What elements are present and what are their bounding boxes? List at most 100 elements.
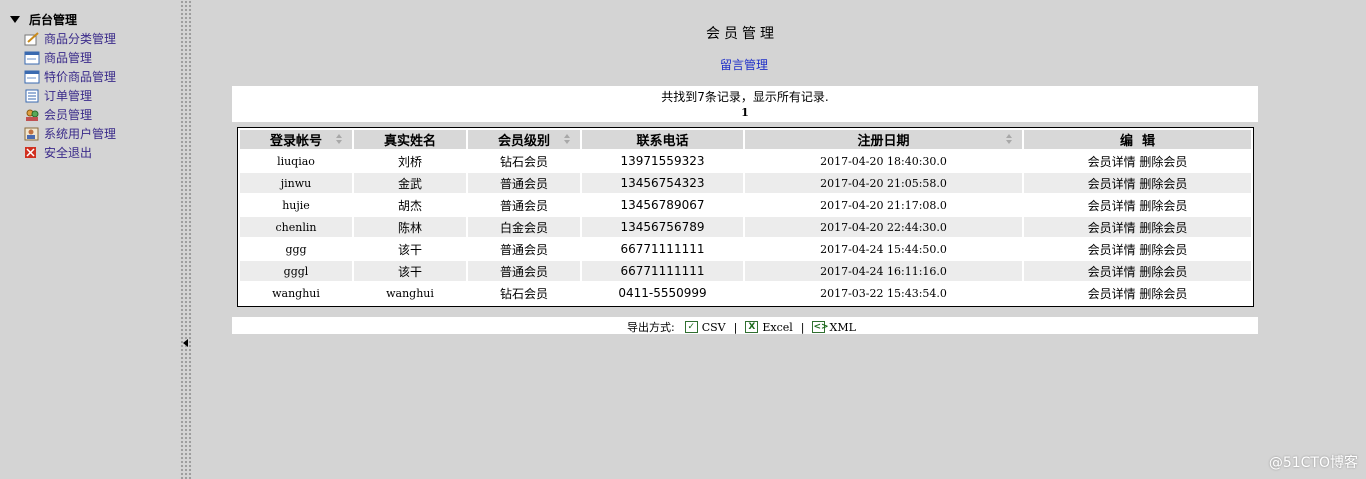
cell-account: ggg <box>240 239 352 259</box>
export-excel-label: Excel <box>762 320 793 334</box>
cell-phone: 66771111111 <box>582 261 743 281</box>
collapse-triangle-icon[interactable] <box>10 16 20 23</box>
table-row: ggg 该干 普通会员 66771111111 2017-04-24 15:44:50.… <box>240 239 1251 259</box>
delete-member-link[interactable]: 删除会员 <box>1139 287 1187 301</box>
table-row: liuqiao 刘桥 钻石会员 13971559323 2017-04-20 18:40… <box>240 151 1251 171</box>
export-xml-button[interactable]: <> XML <box>812 321 856 334</box>
column-header-name: 真实姓名 <box>354 130 466 149</box>
cell-date: 2017-04-20 22:44:30.0 <box>745 217 1022 237</box>
list-doc-icon <box>24 89 40 103</box>
cell-account: wanghui <box>240 283 352 303</box>
delete-member-link[interactable]: 删除会员 <box>1139 243 1187 257</box>
cell-name: 该干 <box>354 261 466 281</box>
member-detail-link[interactable]: 会员详情 <box>1088 287 1136 301</box>
watermark: @51CTO博客 <box>1268 455 1358 471</box>
close-box-icon <box>24 146 40 160</box>
pencil-doc-icon <box>24 31 40 46</box>
separator: | <box>733 320 738 334</box>
export-csv-button[interactable]: ✓ CSV <box>684 321 726 334</box>
cell-actions: 会员详情 删除会员 <box>1024 173 1251 193</box>
column-header-phone: 联系电话 <box>582 130 743 149</box>
cell-name: 刘桥 <box>354 151 466 171</box>
member-detail-link[interactable]: 会员详情 <box>1088 243 1136 257</box>
message-management-link[interactable]: 留言管理 <box>694 56 794 73</box>
cell-account: jinwu <box>240 173 352 193</box>
cell-account: chenlin <box>240 217 352 237</box>
sidebar-item-members[interactable]: 会员管理 <box>24 105 116 124</box>
table-row: jinwu 金武 普通会员 13456754323 2017-04-20 21:05:5… <box>240 173 1251 193</box>
sidebar: 后台管理 商品分类管理 商品管理 特价商品管理 订单管理 会员管理 系统用户管理… <box>0 0 180 479</box>
table-row: wanghui wanghui 钻石会员 0411-5550999 2017-03-22… <box>240 283 1251 303</box>
separator: | <box>800 320 805 334</box>
cell-date: 2017-04-20 21:05:58.0 <box>745 173 1022 193</box>
sort-icon[interactable] <box>336 134 342 144</box>
sidebar-item-label: 商品管理 <box>44 51 93 65</box>
cell-name: wanghui <box>354 283 466 303</box>
cell-date: 2017-04-24 15:44:50.0 <box>745 239 1022 259</box>
cell-actions: 会员详情 删除会员 <box>1024 283 1251 303</box>
column-header-date[interactable]: 注册日期 <box>745 130 1022 149</box>
sidebar-item-label: 商品分类管理 <box>44 32 117 46</box>
column-header-level[interactable]: 会员级别 <box>468 130 580 149</box>
column-header-account[interactable]: 登录帐号 <box>240 130 352 149</box>
sidebar-item-orders[interactable]: 订单管理 <box>24 86 116 105</box>
cell-date: 2017-04-24 16:11:16.0 <box>745 261 1022 281</box>
sidebar-item-category[interactable]: 商品分类管理 <box>24 29 116 48</box>
record-summary: 共找到7条记录，显示所有记录. <box>661 90 829 104</box>
cell-phone: 13971559323 <box>582 151 743 171</box>
sidebar-item-system-users[interactable]: 系统用户管理 <box>24 124 116 143</box>
excel-icon: X <box>745 321 759 333</box>
page-number[interactable]: 1 <box>232 106 1258 119</box>
cell-actions: 会员详情 删除会员 <box>1024 217 1251 237</box>
cell-actions: 会员详情 删除会员 <box>1024 151 1251 171</box>
cell-level: 钻石会员 <box>468 151 580 171</box>
menu-root[interactable]: 后台管理 <box>10 11 77 28</box>
sidebar-item-label: 会员管理 <box>44 108 93 122</box>
export-label: 导出方式: <box>627 321 675 334</box>
cell-name: 金武 <box>354 173 466 193</box>
member-detail-link[interactable]: 会员详情 <box>1088 265 1136 279</box>
cell-level: 普通会员 <box>468 239 580 259</box>
table-row: gggl 该干 普通会员 66771111111 2017-04-24 16:11:16… <box>240 261 1251 281</box>
member-table-container: 登录帐号 真实姓名 会员级别 联系电话 注册日期 编 辑 liuqiao 刘桥 钻石… <box>237 127 1254 307</box>
sidebar-item-products[interactable]: 商品管理 <box>24 48 116 67</box>
sort-icon[interactable] <box>564 134 570 144</box>
cell-level: 白金会员 <box>468 217 580 237</box>
cell-level: 普通会员 <box>468 261 580 281</box>
member-detail-link[interactable]: 会员详情 <box>1088 199 1136 213</box>
cell-actions: 会员详情 删除会员 <box>1024 195 1251 215</box>
delete-member-link[interactable]: 删除会员 <box>1139 177 1187 191</box>
delete-member-link[interactable]: 删除会员 <box>1139 221 1187 235</box>
cell-level: 普通会员 <box>468 173 580 193</box>
column-header-edit: 编 辑 <box>1024 130 1251 149</box>
collapse-left-icon[interactable] <box>183 339 188 347</box>
member-detail-link[interactable]: 会员详情 <box>1088 221 1136 235</box>
sidebar-item-label: 订单管理 <box>44 89 93 103</box>
csv-icon: ✓ <box>684 321 698 333</box>
cell-account: liuqiao <box>240 151 352 171</box>
delete-member-link[interactable]: 删除会员 <box>1139 199 1187 213</box>
frame-splitter[interactable] <box>180 0 192 479</box>
cell-date: 2017-04-20 21:17:08.0 <box>745 195 1022 215</box>
record-info-panel: 共找到7条记录，显示所有记录. 1 <box>232 86 1258 122</box>
sidebar-item-special-products[interactable]: 特价商品管理 <box>24 67 116 86</box>
member-detail-link[interactable]: 会员详情 <box>1088 177 1136 191</box>
cell-level: 普通会员 <box>468 195 580 215</box>
menu-title: 后台管理 <box>29 13 78 27</box>
sidebar-item-label: 系统用户管理 <box>44 127 117 141</box>
window-icon <box>24 70 40 84</box>
cell-level: 钻石会员 <box>468 283 580 303</box>
users-icon <box>24 108 40 122</box>
table-body: liuqiao 刘桥 钻石会员 13971559323 2017-04-20 18:40… <box>240 151 1251 303</box>
cell-phone: 0411-5550999 <box>582 283 743 303</box>
cell-phone: 13456754323 <box>582 173 743 193</box>
delete-member-link[interactable]: 删除会员 <box>1139 265 1187 279</box>
member-detail-link[interactable]: 会员详情 <box>1088 155 1136 169</box>
cell-actions: 会员详情 删除会员 <box>1024 261 1251 281</box>
export-excel-button[interactable]: X Excel <box>745 320 793 334</box>
delete-member-link[interactable]: 删除会员 <box>1139 155 1187 169</box>
sort-icon[interactable] <box>1006 134 1012 144</box>
sidebar-item-logout[interactable]: 安全退出 <box>24 143 116 162</box>
menu-list: 商品分类管理 商品管理 特价商品管理 订单管理 会员管理 系统用户管理 安全退出 <box>24 29 116 162</box>
cell-name: 该干 <box>354 239 466 259</box>
